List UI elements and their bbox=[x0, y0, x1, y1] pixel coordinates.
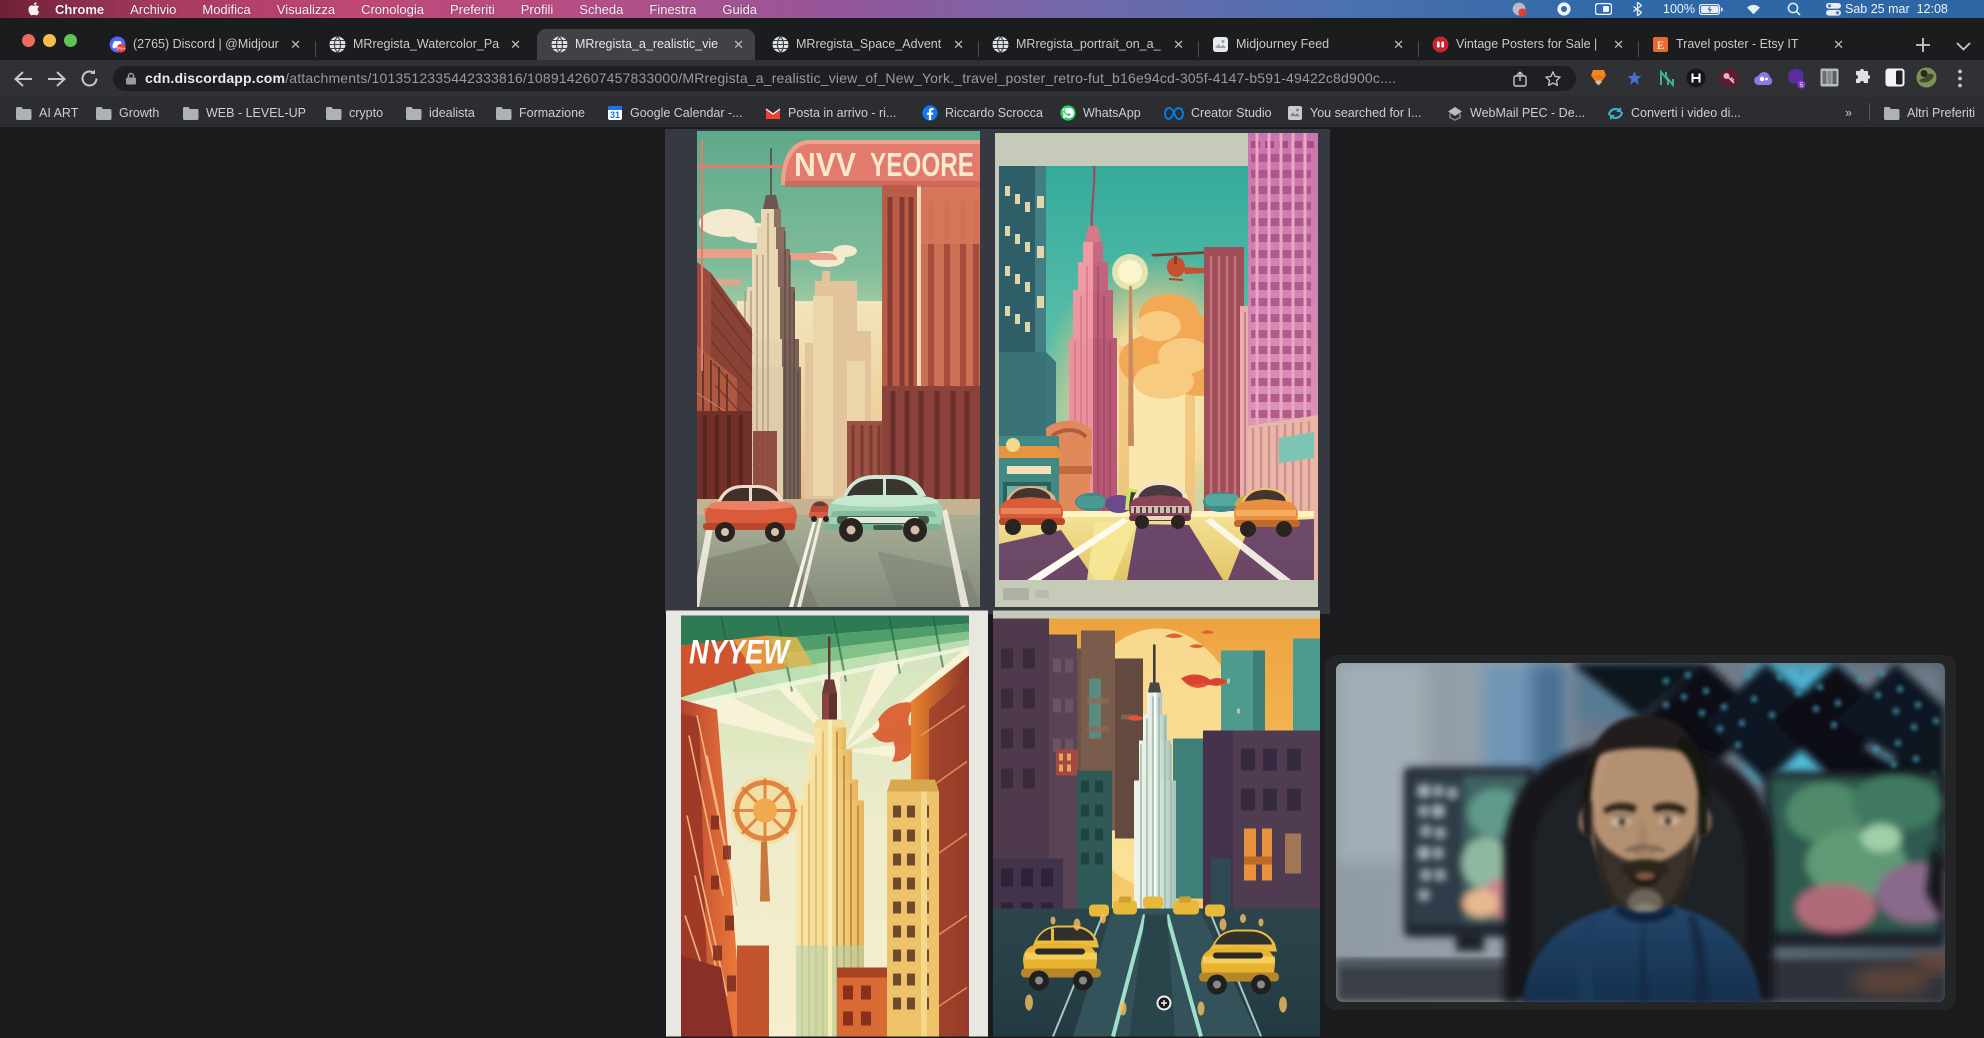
svg-text:E: E bbox=[1657, 38, 1664, 52]
svg-text:2%+: 2%+ bbox=[116, 46, 126, 52]
svg-text:31: 31 bbox=[610, 110, 620, 120]
svg-text:YEOORE: YEOORE bbox=[870, 146, 974, 183]
svg-text:NYYEW: NYYEW bbox=[689, 634, 791, 672]
svg-text:NVV: NVV bbox=[794, 146, 856, 183]
